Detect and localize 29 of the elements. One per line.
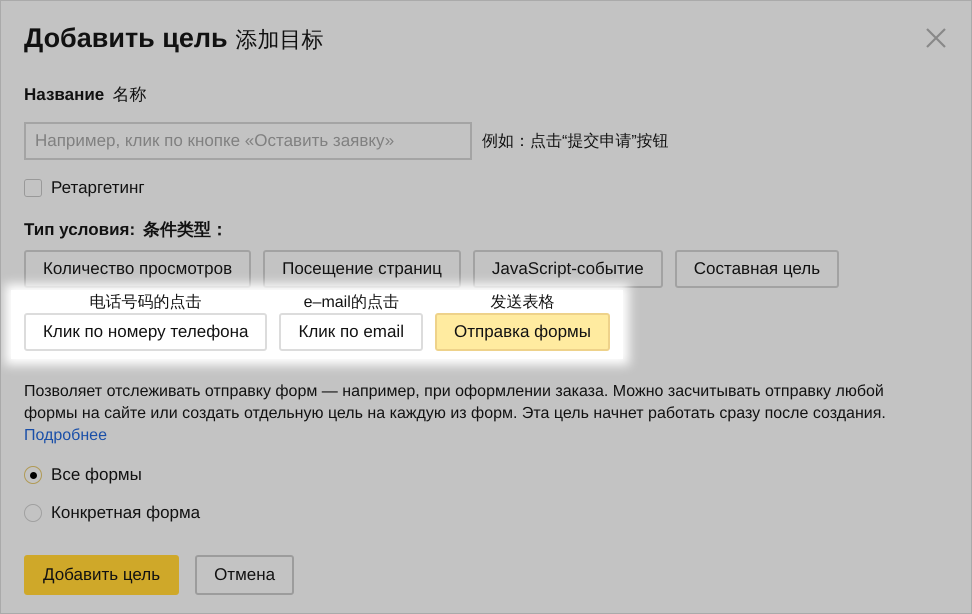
condition-type-button[interactable]: Количество просмотров (24, 250, 252, 288)
radio-label: Конкретная форма (51, 503, 200, 523)
radio-button[interactable] (24, 466, 42, 484)
checkbox-label: Ретаргетинг (51, 178, 145, 198)
condition-type-button[interactable]: Составная цель (674, 250, 840, 288)
label-translation: 条件类型： (143, 219, 228, 241)
name-input-field[interactable]: Например, клик по кнопке «Оставить заявку» (24, 122, 472, 160)
condition-type-button[interactable]: Посещение страниц (263, 250, 461, 288)
section-label: Тип условия: (24, 220, 136, 240)
button-translation: 发送表格 (490, 292, 554, 313)
add-goal-button[interactable]: Добавить цель (24, 555, 180, 595)
title-translation: 添加目标 (236, 26, 324, 54)
button-translation: e–mail的点击 (304, 292, 399, 313)
label-translation: 名称 (112, 84, 146, 106)
cancel-button[interactable]: Отмена (195, 555, 294, 595)
description-text: Позволяет отслеживать отправку форм — например, при оформлении заказа. Можно засчитывать отправку любой формы на сайте или создать отдельную цель на каждую из форм. Эта цель начнет работать сразу после создания. Подробнее (24, 382, 887, 446)
retargeting-checkbox[interactable] (24, 179, 42, 197)
placeholder-translation: 例如：点击“提交申请”按钮 (482, 132, 669, 152)
condition-type-button[interactable]: Отправка формы (434, 313, 610, 351)
condition-type-button[interactable]: JavaScript-событие (472, 250, 663, 288)
condition-type-button[interactable]: Клик по номеру телефона (24, 313, 268, 351)
condition-type-button[interactable]: Клик по email (279, 313, 423, 351)
dialog-title: Добавить цель (24, 23, 228, 54)
radio-label: Все формы (51, 465, 142, 485)
radio-button[interactable] (24, 504, 42, 522)
more-link[interactable]: Подробнее (24, 427, 107, 444)
field-label: Название (24, 85, 104, 105)
button-translation: 电话号码的点击 (90, 292, 202, 313)
close-icon[interactable] (925, 27, 947, 49)
